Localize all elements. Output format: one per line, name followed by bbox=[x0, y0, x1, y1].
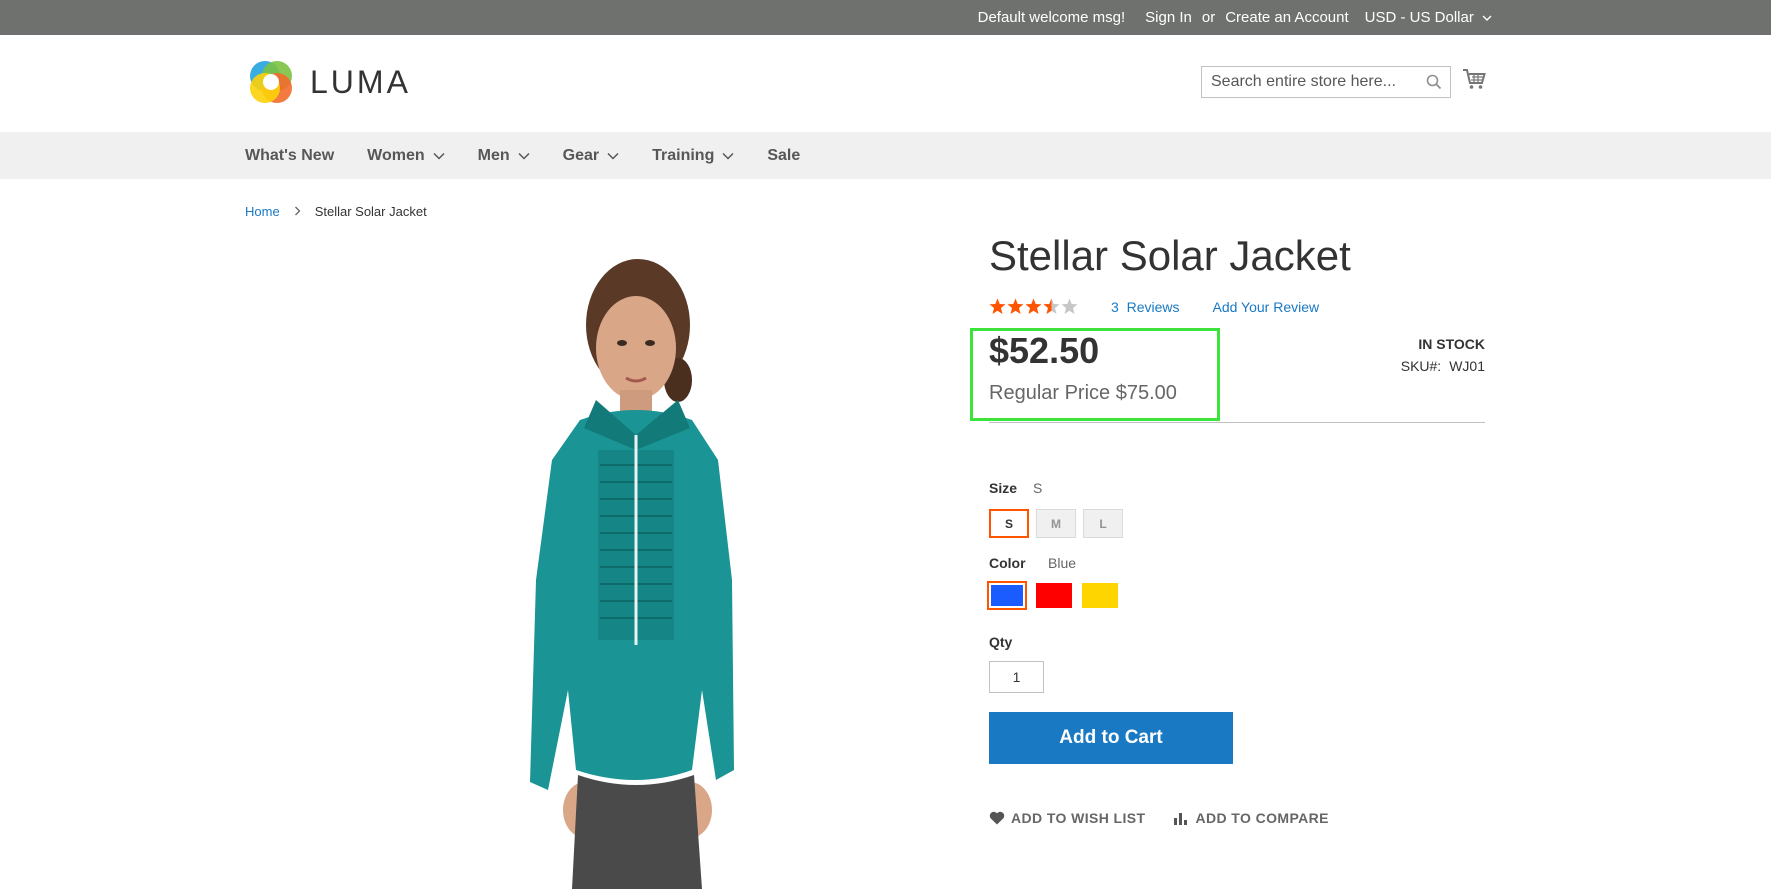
chevron-down-icon bbox=[607, 152, 619, 160]
luma-logo-icon bbox=[250, 61, 292, 103]
heart-icon bbox=[989, 811, 1005, 825]
color-selected-value: Blue bbox=[1048, 555, 1077, 571]
add-review-link[interactable]: Add Your Review bbox=[1212, 299, 1319, 315]
add-to-wishlist-link[interactable]: ADD TO WISH LIST bbox=[989, 810, 1145, 826]
product-price: $52.50 bbox=[989, 330, 1100, 371]
color-swatch-red[interactable] bbox=[1036, 583, 1072, 608]
reviews-count: 3 bbox=[1111, 298, 1119, 315]
nav-item-label: What's New bbox=[245, 146, 335, 164]
breadcrumb: Home Stellar Solar Jacket bbox=[245, 204, 427, 219]
nav-item-label: Women bbox=[367, 146, 425, 164]
search-box bbox=[1201, 66, 1451, 98]
chevron-down-icon bbox=[518, 152, 530, 160]
qty-input[interactable] bbox=[989, 661, 1044, 693]
regular-price: Regular Price $75.00 bbox=[989, 382, 1177, 404]
rating-stars-icon bbox=[989, 298, 1078, 314]
qty-label: Qty bbox=[989, 634, 1013, 650]
currency-label: USD - US Dollar bbox=[1364, 9, 1474, 26]
breadcrumb-home-link[interactable]: Home bbox=[245, 204, 280, 219]
welcome-message: Default welcome msg! bbox=[977, 9, 1126, 26]
top-bar-links: Default welcome msg! Sign In or Create a… bbox=[978, 0, 1492, 35]
size-swatch-s[interactable]: S bbox=[989, 509, 1029, 538]
create-account-link[interactable]: Create an Account bbox=[1225, 9, 1348, 26]
size-label: Size bbox=[989, 480, 1018, 496]
top-bar: Default welcome msg! Sign In or Create a… bbox=[0, 0, 1771, 35]
nav-item-men[interactable]: Men bbox=[478, 147, 530, 165]
search-input[interactable] bbox=[1202, 67, 1422, 97]
sign-in-link[interactable]: Sign In bbox=[1145, 9, 1192, 26]
product-actions: ADD TO WISH LIST ADD TO COMPARE bbox=[989, 810, 1329, 826]
chevron-down-icon bbox=[433, 152, 445, 160]
or-text: or bbox=[1201, 9, 1216, 26]
chevron-down-icon bbox=[1482, 15, 1492, 21]
stock-status: IN STOCK bbox=[1418, 336, 1485, 352]
color-label: Color bbox=[989, 555, 1026, 571]
color-swatch-blue[interactable] bbox=[987, 581, 1027, 610]
chevron-right-icon bbox=[294, 206, 301, 216]
nav-items: What's New Women Men Gear Training Sale bbox=[245, 132, 833, 179]
color-swatch-yellow[interactable] bbox=[1082, 583, 1118, 608]
nav-item-sale[interactable]: Sale bbox=[767, 147, 800, 165]
cart-icon[interactable] bbox=[1462, 68, 1486, 90]
breadcrumb-current: Stellar Solar Jacket bbox=[314, 204, 427, 219]
nav-item-label: Men bbox=[477, 146, 510, 164]
product-rating: 3 Reviews Add Your Review bbox=[989, 298, 1319, 315]
nav-item-label: Training bbox=[652, 146, 715, 164]
nav-item-whats-new[interactable]: What's New bbox=[245, 147, 334, 165]
product-image[interactable] bbox=[440, 250, 780, 889]
currency-switcher[interactable]: USD - US Dollar bbox=[1365, 9, 1492, 26]
search-icon[interactable] bbox=[1426, 74, 1442, 90]
divider bbox=[989, 422, 1485, 423]
nav-item-label: Sale bbox=[767, 146, 801, 164]
main-nav: What's New Women Men Gear Training Sale bbox=[0, 132, 1771, 179]
header: LUMA bbox=[0, 35, 1771, 132]
logo-text: LUMA bbox=[310, 63, 411, 100]
nav-item-women[interactable]: Women bbox=[367, 146, 445, 165]
size-selected-value: S bbox=[1033, 480, 1043, 496]
reviews-link[interactable]: 3 Reviews bbox=[1111, 299, 1179, 315]
sku-label: SKU#: bbox=[1400, 358, 1442, 374]
chevron-down-icon bbox=[722, 152, 734, 160]
reviews-label: Reviews bbox=[1126, 298, 1180, 315]
breadcrumb-separator bbox=[294, 204, 301, 219]
nav-item-label: Gear bbox=[562, 146, 600, 164]
add-to-compare-link[interactable]: ADD TO COMPARE bbox=[1173, 810, 1329, 826]
size-swatch-l[interactable]: L bbox=[1083, 509, 1123, 538]
size-swatch-m[interactable]: M bbox=[1036, 509, 1076, 538]
sku-value: WJ01 bbox=[1449, 358, 1485, 374]
add-to-wishlist-label: ADD TO WISH LIST bbox=[1011, 810, 1146, 826]
add-to-compare-label: ADD TO COMPARE bbox=[1195, 810, 1329, 826]
add-to-cart-button[interactable]: Add to Cart bbox=[989, 712, 1233, 764]
compare-chart-icon bbox=[1174, 813, 1188, 825]
nav-item-training[interactable]: Training bbox=[652, 147, 734, 165]
product-sku: SKU#: WJ01 bbox=[1401, 358, 1485, 374]
product-title: Stellar Solar Jacket bbox=[989, 232, 1351, 279]
logo[interactable]: LUMA bbox=[246, 57, 411, 107]
nav-item-gear[interactable]: Gear bbox=[563, 147, 619, 165]
